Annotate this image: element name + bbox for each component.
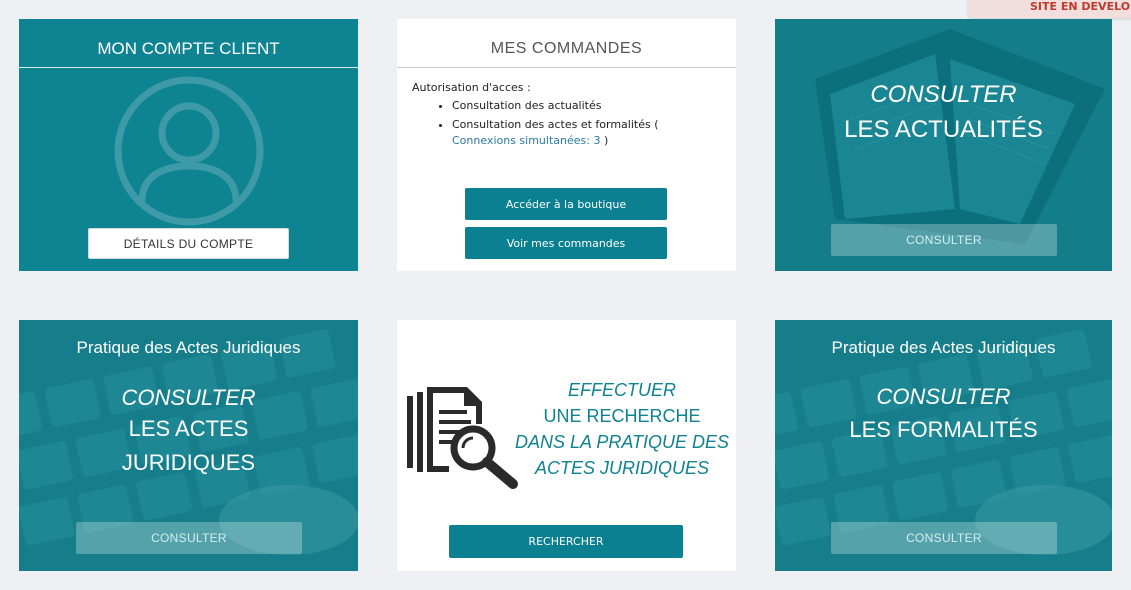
access-authorization-label: Autorisation d'acces : xyxy=(412,81,531,94)
legal-acts-card-header: Pratique des Actes Juridiques xyxy=(76,338,301,357)
account-card-title: MON COMPTE CLIENT xyxy=(97,39,280,58)
legal-acts-card: Pratique des Actes Juridiques CONSULTER … xyxy=(19,320,358,571)
search-button[interactable]: RECHERCHER xyxy=(449,525,683,558)
legal-acts-card-line3: JURIDIQUES xyxy=(121,450,256,475)
my-orders-button[interactable]: Voir mes commandes xyxy=(465,227,667,259)
formalities-consult-button[interactable]: CONSULTER xyxy=(831,522,1057,554)
access-authorization: Autorisation d'acces : Consultation des … xyxy=(412,81,726,152)
news-card-line2: LES ACTUALITÉS xyxy=(844,116,1043,143)
access-list: Consultation des actualités Consultation… xyxy=(412,98,726,149)
orders-card-divider xyxy=(397,67,736,68)
search-card-line4: ACTES JURIDIQUES xyxy=(534,458,710,478)
account-card-divider xyxy=(19,67,358,68)
legal-acts-card-line2: LES ACTES xyxy=(128,416,249,441)
access-item-news: Consultation des actualités xyxy=(452,98,726,114)
search-card-line3: DANS LA PRATIQUE DES xyxy=(514,432,730,452)
user-avatar-icon xyxy=(114,76,264,226)
legal-acts-consult-button[interactable]: CONSULTER xyxy=(76,522,302,554)
legal-acts-card-line1: CONSULTER xyxy=(121,385,256,410)
search-card-line2: UNE RECHERCHE xyxy=(543,406,701,426)
formalities-card-header: Pratique des Actes Juridiques xyxy=(831,338,1056,357)
access-item-actes: Consultation des actes et formalités ( C… xyxy=(452,117,726,149)
news-card: CONSULTER LES ACTUALITÉS CONSULTER xyxy=(775,19,1112,271)
search-card-line1: EFFECTUER xyxy=(568,380,676,400)
news-card-line1: CONSULTER xyxy=(870,81,1017,108)
account-details-button[interactable]: DÉTAILS DU COMPTE xyxy=(88,228,289,259)
account-card: MON COMPTE CLIENT DÉTAILS DU COMPTE xyxy=(19,19,358,271)
simultaneous-connections-link[interactable]: Connexions simultanées: 3 xyxy=(452,134,600,147)
search-card: EFFECTUER UNE RECHERCHE DANS LA PRATIQUE… xyxy=(397,320,736,571)
formalities-card: Pratique des Actes Juridiques CONSULTER … xyxy=(775,320,1112,571)
orders-card-title: MES COMMANDES xyxy=(490,40,643,57)
formalities-card-line2: LES FORMALITÉS xyxy=(849,417,1038,442)
orders-card: MES COMMANDES Autorisation d'acces : Con… xyxy=(397,19,736,271)
dev-site-banner: SITE EN DEVELOP xyxy=(968,0,1131,18)
news-consult-button[interactable]: CONSULTER xyxy=(831,224,1057,256)
dev-site-banner-text: SITE EN DEVELOP xyxy=(1030,0,1131,13)
shop-button[interactable]: Accéder à la boutique xyxy=(465,188,667,220)
formalities-card-line1: CONSULTER xyxy=(876,384,1011,409)
